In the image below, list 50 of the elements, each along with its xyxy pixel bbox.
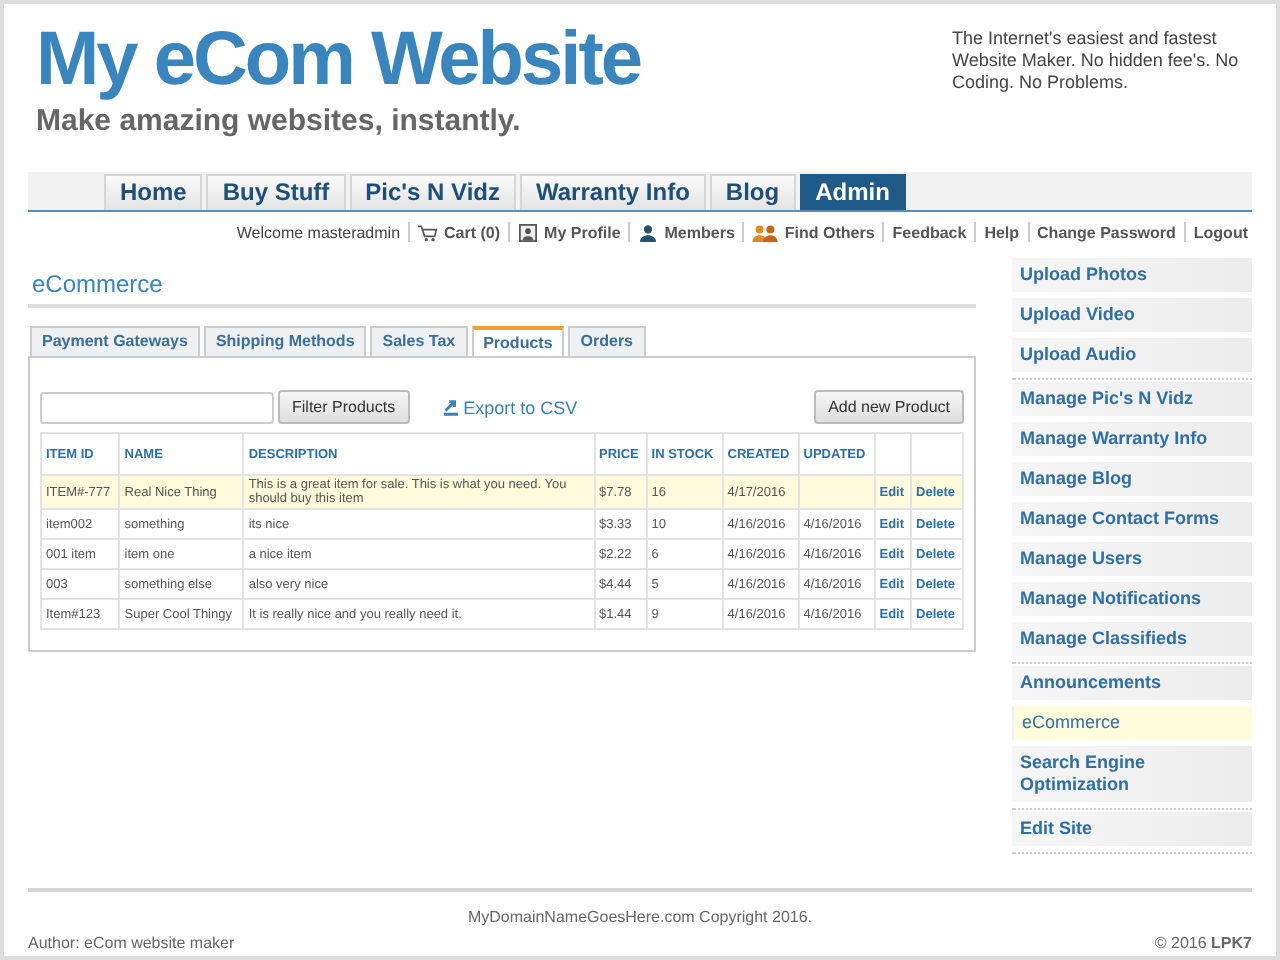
- sidebar-item[interactable]: Manage Notifications: [1012, 582, 1252, 616]
- nav-tab[interactable]: Pic's N Vidz: [349, 174, 516, 210]
- user-link[interactable]: Help: [984, 223, 1020, 241]
- sidebar-item[interactable]: Manage Users: [1012, 542, 1252, 576]
- sidebar-item[interactable]: eCommerce: [1012, 706, 1252, 740]
- user-link[interactable]: Cart (0): [444, 223, 501, 241]
- add-product-button[interactable]: Add new Product: [814, 390, 964, 424]
- sidebar-item[interactable]: Edit Site: [1012, 812, 1252, 846]
- sidebar-item[interactable]: Upload Photos: [1012, 258, 1252, 292]
- tab[interactable]: Payment Gateways: [30, 326, 200, 356]
- sidebar-item[interactable]: Manage Pic's N Vidz: [1012, 382, 1252, 416]
- user-link[interactable]: Logout: [1193, 223, 1248, 241]
- download-icon: [441, 398, 460, 416]
- user-link[interactable]: Find Others: [784, 223, 875, 241]
- filter-field[interactable]: [40, 391, 274, 423]
- nav-tab[interactable]: Buy Stuff: [206, 174, 346, 210]
- user-link[interactable]: Members: [664, 223, 735, 241]
- copyright-text: MyDomainNameGoesHere.com Copyright 2016.: [465, 906, 815, 926]
- user-link[interactable]: Change Password: [1037, 223, 1176, 241]
- tab[interactable]: Shipping Methods: [203, 326, 367, 356]
- sidebar-item[interactable]: Upload Audio: [1012, 338, 1252, 372]
- id-card-icon: [518, 223, 539, 241]
- nav-tab[interactable]: Warranty Info: [520, 174, 706, 210]
- sidebar-item[interactable]: Manage Contact Forms: [1012, 502, 1252, 536]
- tab[interactable]: Orders: [568, 326, 645, 356]
- nav-tab[interactable]: Home: [104, 174, 203, 210]
- sidebar-item[interactable]: Search Engine Optimization: [1012, 746, 1252, 802]
- cart-icon: [418, 223, 439, 241]
- person-icon: [638, 223, 659, 241]
- people-icon: [752, 223, 779, 241]
- user-link[interactable]: Feedback: [892, 223, 967, 241]
- user-link[interactable]: My Profile: [544, 223, 621, 241]
- site-blurb: The Internet's easiest and fastest Website Maker. No hidden fee's. No Coding. No Problems.: [952, 28, 1241, 96]
- filter-button[interactable]: Filter Products: [278, 390, 410, 424]
- welcome-text: Welcome masteradmin: [236, 223, 401, 241]
- site-title: My eCom Website: [36, 20, 640, 100]
- nav-tab[interactable]: Admin: [799, 174, 906, 210]
- tab[interactable]: Sales Tax: [370, 326, 468, 356]
- sidebar-item[interactable]: Manage Blog: [1012, 462, 1252, 496]
- sidebar-item[interactable]: Announcements: [1012, 666, 1252, 700]
- author-text: Author: eCom website maker: [28, 934, 235, 952]
- tab[interactable]: Products: [471, 326, 565, 356]
- site-tagline: Make amazing websites, instantly.: [36, 104, 523, 138]
- sidebar-item[interactable]: Manage Classifieds: [1012, 622, 1252, 656]
- section-title: eCommerce: [28, 258, 976, 308]
- credit-text: © 2016 LPK7: [1154, 934, 1252, 952]
- nav-tab[interactable]: Blog: [709, 174, 796, 210]
- sidebar-item[interactable]: Manage Warranty Info: [1012, 422, 1252, 456]
- export-link[interactable]: Export to CSV: [463, 397, 578, 417]
- sidebar-item[interactable]: Upload Video: [1012, 298, 1252, 332]
